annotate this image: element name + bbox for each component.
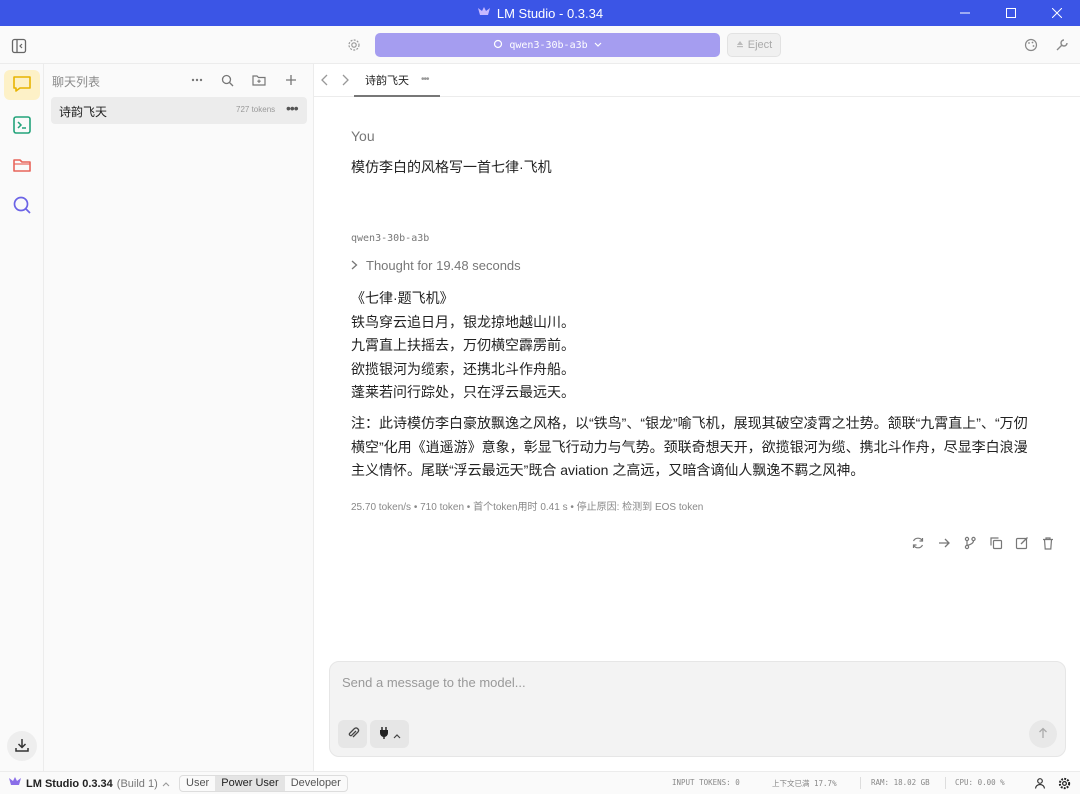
regenerate-icon[interactable] [910,535,926,551]
poem-line: 九霄直上扶摇去，万仞横空霹雳前。 [351,337,575,353]
status-divider [945,777,946,789]
chat-list-title: 聊天列表 [52,75,101,89]
minimize-icon[interactable] [942,0,988,26]
delete-icon[interactable] [1040,535,1056,551]
poem-line: 铁鸟穿云追日月，银龙掠地越山川。 [351,313,575,330]
plug-icon [378,726,390,743]
send-button[interactable] [1029,720,1057,748]
poem-line: 欲揽银河为缆索，还携北斗作舟船。 [351,360,575,377]
window-title-group: LM Studio - 0.3.34 [477,6,603,21]
eject-button[interactable]: Eject [727,33,781,57]
user-message: 模仿李白的风格写一首七律·飞机 [351,159,552,175]
settings-gear-icon[interactable] [346,37,362,53]
user-role-label: You [351,128,375,144]
message-actions [910,535,1056,551]
rail-models-button[interactable] [4,151,40,181]
rail-chat-button[interactable] [4,70,40,100]
window-title: LM Studio - 0.3.34 [496,5,604,21]
lmstudio-logo-icon [8,776,22,791]
downloads-button[interactable] [7,731,37,761]
tab-more-icon[interactable]: ••• [421,74,429,85]
input-tokens-readout: INPUT TOKENS: 0 [672,778,740,787]
eject-label: Eject [747,39,773,51]
new-chat-plus-icon[interactable] [283,72,299,88]
build-label: (Build 1) [116,777,158,790]
status-divider [860,777,861,789]
chat-main-area: 诗韵飞天 ••• You 模仿李白的风格写一首七律·飞机 qwen3-30b-a… [314,64,1080,771]
lmstudio-logo-icon [477,6,491,21]
thought-label: Thought for 19.48 seconds [366,258,521,273]
thought-toggle[interactable]: Thought for 19.48 seconds [351,258,521,273]
status-bar: LM Studio 0.3.34 (Build 1) User Power Us… [0,771,1080,794]
chevron-up-icon [393,727,401,742]
settings-gear-icon[interactable] [1057,776,1071,790]
tab-bar: 诗韵飞天 ••• [314,64,1080,97]
chat-list-panel: 聊天列表 诗韵飞天 727 tokens ••• [44,64,314,771]
mode-switcher: User Power User Developer [179,775,348,792]
continue-arrow-icon[interactable] [936,535,952,551]
forward-chevron-icon[interactable] [337,72,353,88]
back-chevron-icon[interactable] [317,72,333,88]
integrations-button[interactable] [370,720,409,748]
assistant-role-label: qwen3-30b-a3b [351,233,430,244]
poem-line: 蓬莱若问行踪处，只在浮云最远天。 [351,384,575,400]
chevron-down-icon [594,40,602,51]
new-folder-icon[interactable] [251,72,267,88]
generation-stats: 25.70 token/s • 710 token • 首个token用时 0.… [351,502,704,513]
rail-discover-button[interactable] [4,191,40,221]
arrow-up-icon [1038,727,1048,742]
edit-icon[interactable] [1014,535,1030,551]
mode-power-user-button[interactable]: Power User [215,776,285,791]
branch-icon[interactable] [962,535,978,551]
message-composer [329,661,1066,757]
assistant-poem: 《七律·题飞机》 铁鸟穿云追日月，银龙掠地越山川。 九霄直上扶摇去，万仞横空霹雳… [351,287,575,405]
chat-icon [12,75,32,96]
terminal-icon [12,115,32,138]
chat-item-more-icon[interactable]: ••• [286,100,299,116]
model-icon [493,39,503,52]
search-chats-icon[interactable] [219,72,235,88]
app-name: LM Studio 0.3.34 [26,777,113,790]
model-selector-button[interactable]: qwen3-30b-a3b [375,33,720,57]
chevron-right-icon [351,258,358,273]
more-options-icon[interactable] [189,72,205,88]
close-icon[interactable] [1034,0,1080,26]
toggle-sidebar-icon[interactable] [9,36,29,56]
chat-list-header: 聊天列表 [44,64,314,96]
user-profile-icon[interactable] [1033,776,1047,790]
chat-item-name: 诗韵飞天 [59,105,108,119]
left-icon-rail [0,64,44,771]
search-icon [12,195,32,218]
attach-button[interactable] [338,720,367,748]
eject-icon [736,39,744,51]
palette-icon[interactable] [1023,37,1039,53]
window-controls [942,0,1080,26]
rail-developer-button[interactable] [4,111,40,141]
model-selector-label: qwen3-30b-a3b [509,39,588,51]
chat-item-tokens: 727 tokens [236,105,276,114]
mode-developer-button[interactable]: Developer [285,776,347,791]
folder-icon [12,156,32,177]
paperclip-icon [346,726,360,743]
download-icon [14,737,30,756]
copy-icon[interactable] [988,535,1004,551]
chevron-up-icon [162,778,170,790]
cpu-readout: CPU: 0.00 % [955,778,1005,787]
message-input[interactable] [342,672,1042,692]
app-version[interactable]: LM Studio 0.3.34 (Build 1) [8,776,170,791]
ram-readout: RAM: 18.02 GB [871,778,930,787]
tab-label: 诗韵飞天 [365,74,409,87]
mode-user-button[interactable]: User [180,776,215,791]
title-bar: LM Studio - 0.3.34 [0,0,1080,26]
chat-list-item[interactable]: 诗韵飞天 727 tokens ••• [51,97,307,124]
maximize-icon[interactable] [988,0,1034,26]
context-readout: 上下文已满 17.7% [772,779,837,788]
poem-line: 《七律·题飞机》 [351,290,454,306]
wrench-icon[interactable] [1054,37,1070,53]
tab-chat[interactable]: 诗韵飞天 ••• [354,64,440,97]
assistant-note: 注：此诗模仿李白豪放飘逸之风格，以“铁鸟”、“银龙”喻飞机，展现其破空凌霄之壮势… [351,415,1028,478]
